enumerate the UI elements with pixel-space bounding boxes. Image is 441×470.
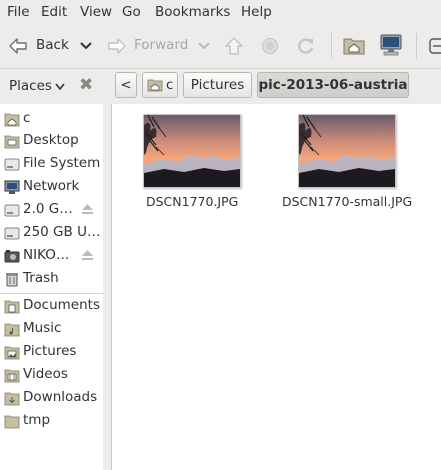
downloads-folder-icon xyxy=(4,392,20,406)
file-item[interactable]: DSCN1770-small.JPG xyxy=(277,104,441,214)
sidebar-item-label: NIKO… xyxy=(23,247,70,263)
file-view: DSCN1770.JPG DSCN1770-small.JPG xyxy=(111,104,441,470)
sidebar-item-drive-2gb[interactable]: 2.0 G… xyxy=(0,199,103,221)
documents-folder-icon xyxy=(4,300,20,314)
sidebar-item-pictures[interactable]: Pictures xyxy=(0,341,103,363)
videos-folder-icon xyxy=(4,369,20,383)
menu-bookmarks[interactable]: Bookmarks xyxy=(155,4,230,20)
sidebar-item-documents[interactable]: Documents xyxy=(0,295,103,317)
breadcrumb-back-button[interactable]: < xyxy=(115,72,137,98)
sidebar-item-label: Downloads xyxy=(23,389,98,405)
file-thumbnail xyxy=(298,114,396,188)
network-icon xyxy=(4,180,20,194)
sidebar-item-drive-250gb[interactable]: 250 GB U… xyxy=(0,222,103,244)
pane-splitter[interactable] xyxy=(103,104,110,470)
places-label: Places xyxy=(9,78,52,94)
chevron-down-icon[interactable] xyxy=(80,41,92,51)
forward-arrow-icon xyxy=(108,38,126,54)
forward-button[interactable]: Forward xyxy=(104,29,214,63)
sidebar-item-label: Videos xyxy=(23,366,68,382)
places-dropdown[interactable]: Places xyxy=(0,69,70,104)
drive-icon xyxy=(4,204,20,217)
back-label: Back xyxy=(36,37,69,53)
breadcrumb-label: Pictures xyxy=(190,77,245,93)
sidebar-item-label: 250 GB U… xyxy=(23,224,101,240)
file-item[interactable]: DSCN1770.JPG xyxy=(112,104,277,214)
breadcrumb-pictures[interactable]: Pictures xyxy=(183,72,252,98)
up-arrow-icon[interactable] xyxy=(224,36,244,56)
toolbar-separator xyxy=(331,33,332,59)
sidebar-item-label: File System xyxy=(23,155,101,171)
menu-view[interactable]: View xyxy=(80,4,112,20)
sidebar-item-label: c xyxy=(23,110,31,126)
sidebar-item-downloads[interactable]: Downloads xyxy=(0,387,103,409)
stop-icon[interactable] xyxy=(261,37,279,55)
sidebar-divider xyxy=(0,293,103,294)
breadcrumb-home[interactable]: c xyxy=(142,72,178,98)
reload-icon[interactable] xyxy=(296,36,316,56)
back-arrow-icon xyxy=(9,38,27,54)
location-bar: Places ✖ < c Pictures pic-2013-06-austri… xyxy=(0,69,441,104)
sidebar-item-home[interactable]: c xyxy=(0,108,103,130)
sidebar-item-music[interactable]: Music xyxy=(0,318,103,340)
computer-icon[interactable] xyxy=(379,34,403,56)
music-folder-icon xyxy=(4,323,20,337)
drive-icon xyxy=(4,227,20,240)
new-tab-icon[interactable] xyxy=(428,37,441,55)
menu-edit[interactable]: Edit xyxy=(41,4,67,20)
sidebar-item-label: Desktop xyxy=(23,132,79,148)
sidebar-item-label: Music xyxy=(23,320,62,336)
sidebar-item-trash[interactable]: Trash xyxy=(0,268,103,290)
folder-icon xyxy=(4,415,20,429)
sidebar-item-file-system[interactable]: File System xyxy=(0,153,103,175)
sidebar-item-tmp[interactable]: tmp xyxy=(0,410,103,432)
sidebar-item-network[interactable]: Network xyxy=(0,176,103,198)
sunset-photo-thumbnail xyxy=(299,115,395,187)
sidebar-item-label: Trash xyxy=(23,270,59,286)
file-name: DSCN1770.JPG xyxy=(146,194,239,209)
chevron-down-icon xyxy=(55,83,65,91)
desktop-folder-icon xyxy=(4,135,20,149)
eject-icon[interactable] xyxy=(81,249,94,261)
close-icon[interactable]: ✖ xyxy=(79,75,93,95)
sidebar-item-label: Network xyxy=(23,178,80,194)
file-name: DSCN1770-small.JPG xyxy=(282,194,413,209)
menu-go[interactable]: Go xyxy=(122,4,141,20)
sidebar-item-label: Documents xyxy=(23,297,100,313)
pictures-folder-icon xyxy=(4,346,20,360)
menu-file[interactable]: File xyxy=(7,4,30,20)
file-thumbnail xyxy=(143,114,241,188)
breadcrumb-current-folder[interactable]: pic-2013-06-austria xyxy=(257,72,409,98)
sidebar-item-desktop[interactable]: Desktop xyxy=(0,130,103,152)
toolbar-separator xyxy=(416,33,417,59)
drive-icon xyxy=(4,158,20,171)
camera-icon xyxy=(4,250,20,263)
chevron-down-icon[interactable] xyxy=(198,41,210,51)
sidebar-item-label: tmp xyxy=(23,412,51,428)
home-folder-icon xyxy=(147,79,163,92)
eject-icon[interactable] xyxy=(81,203,94,215)
home-folder-icon[interactable] xyxy=(343,35,365,55)
toolbar: Back Forward xyxy=(0,25,441,69)
forward-label: Forward xyxy=(134,37,189,53)
sidebar-item-videos[interactable]: Videos xyxy=(0,364,103,386)
chevron-left-icon: < xyxy=(120,77,132,93)
trash-icon xyxy=(6,273,18,287)
sidebar-item-camera[interactable]: NIKO… xyxy=(0,245,103,267)
sidebar-item-label: Pictures xyxy=(23,343,77,359)
sidebar-item-label: 2.0 G… xyxy=(23,201,73,217)
menubar: File Edit View Go Bookmarks Help xyxy=(0,0,441,25)
places-sidebar: c Desktop File System Network 2.0 G… 250… xyxy=(0,104,104,470)
breadcrumb-label: pic-2013-06-austria xyxy=(258,77,408,93)
sunset-photo-thumbnail xyxy=(144,115,240,187)
menu-help[interactable]: Help xyxy=(241,4,272,20)
home-folder-icon xyxy=(4,113,20,127)
breadcrumb-label: c xyxy=(166,77,174,93)
back-button[interactable]: Back xyxy=(4,29,100,63)
